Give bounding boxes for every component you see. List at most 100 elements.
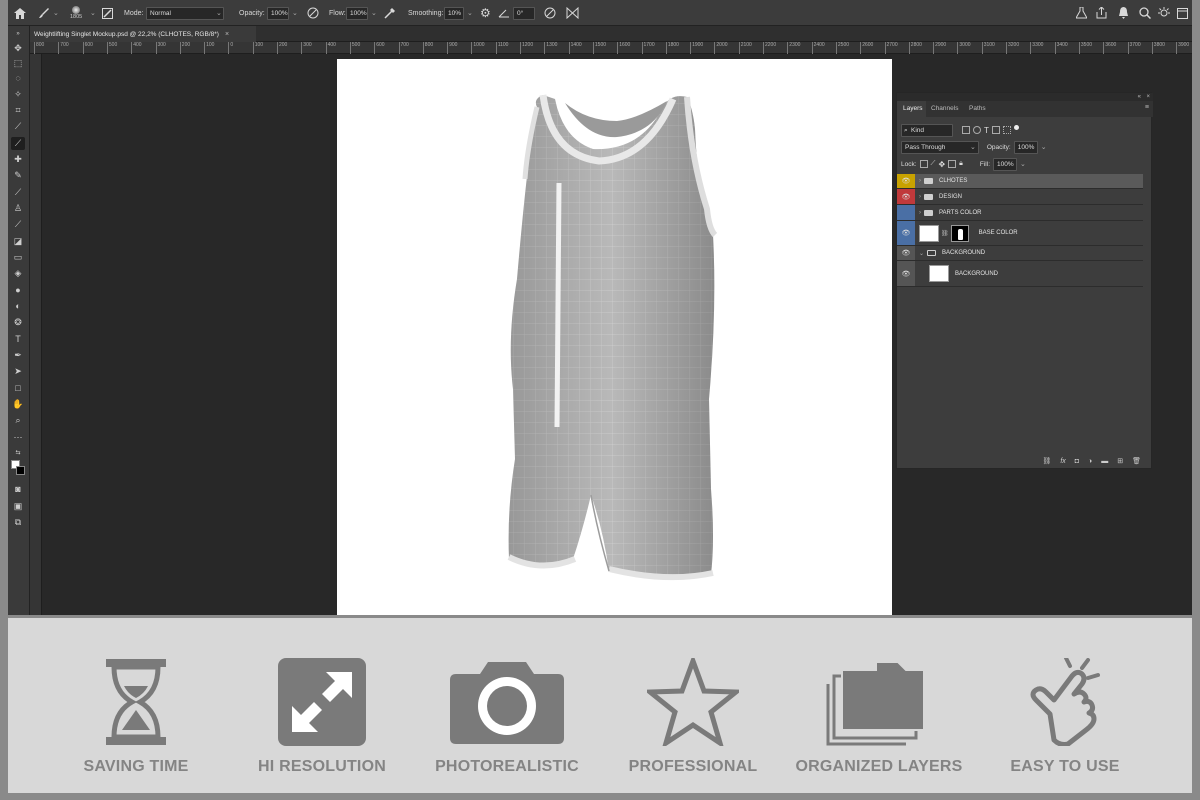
magic-wand-tool-icon[interactable]: ✧ bbox=[11, 88, 25, 101]
panel-close-icon[interactable]: × bbox=[1146, 93, 1150, 101]
flask-icon[interactable] bbox=[1076, 0, 1087, 26]
layer-opacity-field[interactable]: 100% bbox=[1013, 140, 1038, 154]
visibility-eye-icon[interactable]: 👁︎ bbox=[897, 174, 915, 188]
adjustment-filter-icon[interactable] bbox=[973, 126, 981, 134]
lasso-tool-icon[interactable]: ◌ bbox=[11, 72, 25, 85]
mode-select[interactable]: Normal ⌄ bbox=[146, 0, 224, 26]
angle-field[interactable]: 0° bbox=[513, 0, 535, 26]
pressure-size-icon[interactable] bbox=[544, 0, 556, 26]
panel-menu-icon[interactable]: ≡ bbox=[1145, 104, 1149, 111]
layer-row-background[interactable]: 👁︎ BACKGROUND bbox=[897, 261, 1143, 287]
brush-preset-icon[interactable]: ⌄ bbox=[38, 0, 59, 26]
blend-mode-select[interactable]: Pass Through bbox=[901, 140, 979, 154]
fill-field[interactable]: 100% bbox=[993, 157, 1017, 171]
fx-icon[interactable]: fx bbox=[1060, 458, 1065, 465]
layer-row-background-group[interactable]: 👁︎ ⌄ BACKGROUND bbox=[897, 246, 1143, 261]
airbrush-icon[interactable] bbox=[384, 0, 396, 26]
lightbulb-icon[interactable] bbox=[1158, 0, 1170, 26]
move-tool-icon[interactable]: ✥ bbox=[11, 42, 25, 55]
lock-artboard-icon[interactable] bbox=[948, 160, 957, 168]
close-icon[interactable]: × bbox=[225, 31, 229, 38]
pen-tool-icon[interactable]: ✒ bbox=[11, 349, 25, 362]
filter-toggle-icon[interactable] bbox=[1013, 124, 1019, 130]
background-color-swatch[interactable] bbox=[16, 466, 25, 475]
tab-layers[interactable]: Layers bbox=[897, 101, 926, 117]
add-mask-icon[interactable]: ◘ bbox=[1075, 458, 1079, 465]
stamp-tool-icon[interactable]: ♙ bbox=[11, 202, 25, 215]
paint-bucket-icon[interactable]: ◈ bbox=[11, 267, 25, 280]
brush-size-picker[interactable]: 1805 bbox=[70, 0, 82, 26]
visibility-eye-icon[interactable] bbox=[897, 205, 915, 220]
visibility-eye-icon[interactable]: 👁︎ bbox=[897, 221, 915, 245]
trash-icon[interactable]: 🗑︎ bbox=[1132, 457, 1141, 465]
sponge-tool-icon[interactable]: ❂ bbox=[11, 316, 25, 329]
search-icon[interactable] bbox=[1139, 0, 1151, 26]
link-layers-icon[interactable]: ⛓ bbox=[1042, 457, 1051, 465]
chevron-right-icon[interactable]: › bbox=[919, 178, 921, 184]
lock-all-icon[interactable]: 🔒︎ bbox=[959, 160, 963, 168]
rectangle-tool-icon[interactable]: □ bbox=[11, 382, 25, 395]
smoothing-options-gear-icon[interactable]: ⚙ bbox=[480, 0, 491, 26]
visibility-eye-icon[interactable]: 👁︎ bbox=[897, 189, 915, 204]
chevron-down-icon[interactable]: ⌄ bbox=[919, 250, 924, 257]
pressure-opacity-icon[interactable] bbox=[307, 0, 319, 26]
opacity-field[interactable]: 100% ⌄ bbox=[267, 0, 298, 26]
brush-alt-tool-icon[interactable]: ⟋ bbox=[11, 186, 25, 199]
share-icon[interactable] bbox=[1096, 0, 1107, 26]
panel-collapse-icon[interactable]: « bbox=[1138, 93, 1141, 101]
eyedropper-tool-icon[interactable]: ⟋ bbox=[11, 120, 25, 133]
document-tab[interactable]: Weightlifting Singlet Mockup.psd @ 22,2%… bbox=[30, 26, 256, 42]
quick-mask-icon[interactable]: ◙ bbox=[11, 483, 25, 496]
new-group-icon[interactable]: ▬ bbox=[1101, 458, 1108, 465]
blur-tool-icon[interactable]: ● bbox=[11, 284, 25, 297]
screen-mode-icon[interactable]: ▣ bbox=[11, 500, 25, 513]
lock-transparency-icon[interactable] bbox=[919, 160, 928, 168]
swap-colors-icon[interactable]: ⇆ bbox=[11, 447, 25, 460]
flow-field[interactable]: 100% ⌄ bbox=[346, 0, 377, 26]
brush-tool-icon[interactable]: ⟋ bbox=[11, 137, 25, 150]
brush-settings-icon[interactable] bbox=[102, 0, 113, 26]
home-icon[interactable] bbox=[14, 0, 26, 26]
crop-tool-icon[interactable]: ⌗ bbox=[11, 104, 25, 117]
smoothing-field[interactable]: 10% ⌄ bbox=[444, 0, 473, 26]
path-selection-icon[interactable]: ➤ bbox=[11, 365, 25, 378]
marquee-tool-icon[interactable]: ⬚ bbox=[11, 57, 25, 70]
chevron-right-icon[interactable]: › bbox=[919, 194, 921, 200]
mask-link-icon[interactable]: ⛓ bbox=[941, 230, 949, 237]
layer-row-parts-color[interactable]: › PARTS COLOR bbox=[897, 205, 1143, 221]
visibility-eye-icon[interactable]: 👁︎ bbox=[897, 246, 915, 260]
pencil-tool-icon[interactable]: ✎ bbox=[11, 169, 25, 182]
zoom-tool-icon[interactable]: ⌕ bbox=[11, 414, 25, 427]
workspace-icon[interactable] bbox=[1177, 0, 1188, 26]
more-tools-icon[interactable]: ⋯ bbox=[11, 431, 25, 444]
horizontal-ruler[interactable]: 800 700 600 500 400 300 200 100 0 100 200 300 400 500… bbox=[30, 42, 1192, 54]
bell-icon[interactable] bbox=[1118, 0, 1129, 26]
healing-tool-icon[interactable]: ✚ bbox=[11, 153, 25, 166]
layer-row-base-color[interactable]: 👁︎ ⛓ BASE COLOR bbox=[897, 221, 1143, 246]
artboard-icon[interactable]: ⧉ bbox=[11, 516, 25, 529]
vertical-ruler[interactable] bbox=[30, 54, 42, 615]
gradient-tool-icon[interactable]: ▭ bbox=[11, 251, 25, 264]
visibility-eye-icon[interactable]: 👁︎ bbox=[897, 261, 915, 286]
symmetry-butterfly-icon[interactable] bbox=[566, 0, 579, 26]
layer-row-design[interactable]: 👁︎ › DESIGN bbox=[897, 189, 1143, 205]
toolbar-collapse-icon[interactable]: » bbox=[11, 28, 25, 41]
tab-channels[interactable]: Channels bbox=[931, 101, 958, 117]
shape-filter-icon[interactable] bbox=[991, 126, 1000, 134]
dodge-tool-icon[interactable]: ◐ bbox=[11, 300, 25, 313]
new-layer-icon[interactable]: ⊞ bbox=[1117, 457, 1123, 465]
type-tool-icon[interactable]: T bbox=[11, 333, 25, 346]
document-canvas[interactable] bbox=[337, 59, 892, 615]
filter-kind-select[interactable]: ⌕ Kind bbox=[901, 123, 953, 137]
pixel-filter-icon[interactable] bbox=[962, 126, 970, 134]
layer-row-clhotes[interactable]: 👁︎ › CLHOTES bbox=[897, 174, 1143, 189]
chevron-right-icon[interactable]: › bbox=[919, 210, 921, 216]
adjustment-layer-icon[interactable]: ◑ bbox=[1088, 458, 1092, 465]
hand-tool-icon[interactable]: ✋ bbox=[11, 398, 25, 411]
brush-size-dropdown-icon[interactable]: ⌄ bbox=[90, 0, 96, 26]
eraser-tool-icon[interactable]: ◪ bbox=[11, 235, 25, 248]
lock-position-icon[interactable]: ✥ bbox=[938, 160, 945, 169]
type-filter-icon[interactable]: T bbox=[984, 126, 989, 135]
smart-object-filter-icon[interactable] bbox=[1002, 126, 1011, 134]
tab-paths[interactable]: Paths bbox=[969, 101, 986, 117]
